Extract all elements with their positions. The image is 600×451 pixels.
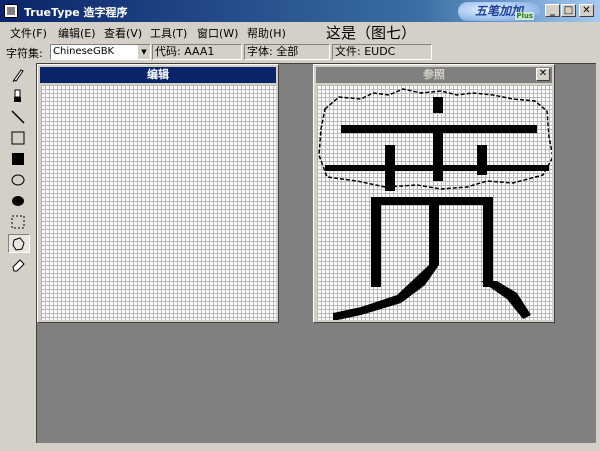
edit-window-title[interactable]: 编辑 <box>40 67 276 83</box>
hollow-rectangle-icon <box>11 131 25 145</box>
window-title: TrueType 造字程序 <box>24 6 128 19</box>
tool-rect-select[interactable] <box>8 213 30 232</box>
reference-window-title[interactable]: 参照 <box>316 67 552 83</box>
menu-help[interactable]: 帮助(H) <box>247 25 286 41</box>
line-icon <box>11 110 25 124</box>
edit-window[interactable]: 编辑 <box>37 64 279 323</box>
toolbox <box>4 63 34 441</box>
menu-window[interactable]: 窗口(W) <box>197 25 238 41</box>
tool-eraser[interactable] <box>8 255 30 274</box>
maximize-button[interactable]: □ <box>561 4 576 17</box>
tool-hollow-rectangle[interactable] <box>8 129 30 148</box>
charset-dropdown[interactable]: ChineseGBK ▼ <box>50 44 151 60</box>
reference-close-button[interactable]: ✕ <box>536 68 550 81</box>
tool-filled-rectangle[interactable] <box>8 150 30 169</box>
reference-window[interactable]: 参照 ✕ <box>313 64 555 323</box>
eraser-icon <box>12 259 25 272</box>
code-field: 代码: AAA1 <box>152 44 242 60</box>
chevron-down-icon[interactable]: ▼ <box>137 45 150 59</box>
menu-file[interactable]: 文件(F) <box>10 25 47 41</box>
hollow-ellipse-icon <box>11 174 25 186</box>
charset-label: 字符集: <box>6 47 43 60</box>
charset-value: ChineseGBK <box>53 46 115 57</box>
filled-rectangle-icon <box>12 153 24 165</box>
menu-bar: 文件(F) 编辑(E) 查看(V) 工具(T) 窗口(W) 帮助(H) <box>0 22 600 41</box>
filled-ellipse-icon <box>12 196 24 206</box>
tool-pencil[interactable] <box>8 66 30 85</box>
close-button[interactable]: ✕ <box>579 4 594 17</box>
caption-text: 这是（图七） <box>326 24 417 42</box>
main-window: TrueType 造字程序 五笔加加 Plus _ □ ✕ 文件(F) 编辑(E… <box>0 0 600 451</box>
rect-select-icon <box>11 215 25 229</box>
freeform-select-icon <box>12 237 25 251</box>
edit-grid[interactable] <box>41 85 276 320</box>
reference-glyph <box>318 88 552 320</box>
pencil-icon <box>12 69 24 83</box>
mdi-client: 编辑 参照 ✕ <box>36 63 596 443</box>
menu-tools[interactable]: 工具(T) <box>150 25 187 41</box>
info-bar: 字符集: ChineseGBK ▼ 代码: AAA1 字体: 全部 文件: EU… <box>0 42 600 62</box>
ime-logo-sub: Plus <box>515 12 534 20</box>
tool-freeform-select[interactable] <box>8 234 30 253</box>
file-field: 文件: EUDC <box>332 44 432 60</box>
font-field: 字体: 全部 <box>244 44 330 60</box>
reference-grid <box>317 85 552 320</box>
title-bar[interactable]: TrueType 造字程序 五笔加加 Plus _ □ ✕ <box>0 0 600 22</box>
tool-line[interactable] <box>8 108 30 127</box>
ime-logo[interactable]: 五笔加加 Plus <box>458 2 540 21</box>
menu-view[interactable]: 查看(V) <box>104 25 142 41</box>
tool-hollow-ellipse[interactable] <box>8 171 30 190</box>
app-icon[interactable] <box>4 4 18 18</box>
tool-filled-ellipse[interactable] <box>8 192 30 211</box>
brush-icon <box>14 89 21 102</box>
minimize-button[interactable]: _ <box>545 4 560 17</box>
menu-edit[interactable]: 编辑(E) <box>58 25 96 41</box>
tool-brush[interactable] <box>8 87 30 106</box>
